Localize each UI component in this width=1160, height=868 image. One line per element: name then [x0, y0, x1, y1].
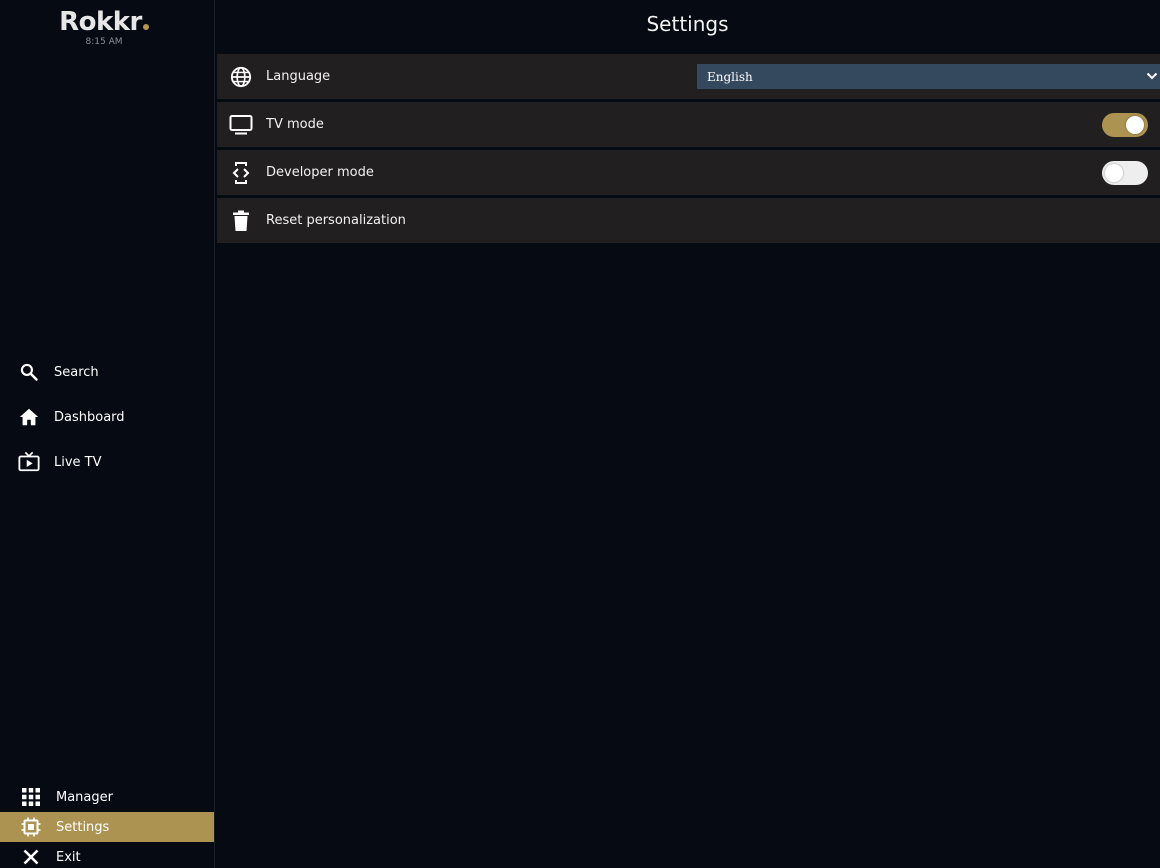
sidebar-item-label: Dashboard [54, 409, 125, 425]
page-title: Settings [646, 12, 729, 36]
sidebar-item-live-tv[interactable]: Live TV [0, 447, 214, 477]
brand: Rokkr 8:15 AM [0, 6, 208, 47]
reset-personalization-label: Reset personalization [266, 213, 406, 228]
setting-row-reset-personalization[interactable]: Reset personalization [217, 198, 1160, 243]
setting-row-developer-mode: Developer mode [217, 150, 1160, 195]
sidebar-item-label: Live TV [54, 454, 102, 470]
chevron-down-icon [1146, 70, 1158, 85]
sidebar-item-label: Settings [56, 819, 110, 835]
language-select-value: English [707, 69, 753, 84]
language-label: Language [266, 69, 331, 84]
sidebar-item-search[interactable]: Search [0, 357, 214, 387]
developer-icon [228, 160, 254, 186]
logo-dot [142, 24, 149, 30]
sidebar-item-exit[interactable]: Exit [0, 842, 214, 868]
sidebar-item-label: Search [54, 364, 99, 380]
trash-icon [228, 208, 254, 234]
toggle-knob [1126, 116, 1144, 134]
tv-mode-label: TV mode [266, 117, 324, 132]
main-content: Settings Language English TV mode Develo… [215, 0, 1160, 868]
logo-text: Rokkr [59, 7, 142, 37]
settings-chip-icon [20, 816, 42, 838]
setting-row-tv-mode: TV mode [217, 102, 1160, 147]
close-icon [20, 846, 42, 868]
home-icon [18, 406, 40, 428]
sidebar-item-label: Exit [56, 849, 81, 865]
globe-icon [228, 64, 254, 90]
sidebar-item-label: Manager [56, 789, 113, 805]
sidebar-item-dashboard[interactable]: Dashboard [0, 402, 214, 432]
app-window: Rokkr 8:15 AM Search Dashboard Live TV M… [0, 0, 1160, 868]
toggle-knob [1105, 164, 1123, 182]
developer-mode-label: Developer mode [266, 165, 374, 180]
setting-row-language: Language English [217, 54, 1160, 99]
language-select[interactable]: English [697, 64, 1160, 89]
live-tv-icon [18, 451, 40, 473]
sidebar-item-manager[interactable]: Manager [0, 782, 214, 812]
clock: 8:15 AM [85, 37, 123, 47]
logo[interactable]: Rokkr [0, 6, 208, 38]
tv-mode-toggle[interactable] [1102, 113, 1148, 137]
monitor-icon [228, 112, 254, 138]
developer-mode-toggle[interactable] [1102, 161, 1148, 185]
sidebar: Rokkr 8:15 AM Search Dashboard Live TV M… [0, 0, 215, 868]
sidebar-item-settings[interactable]: Settings [0, 812, 214, 842]
search-icon [18, 361, 40, 383]
grid-icon [20, 786, 42, 808]
